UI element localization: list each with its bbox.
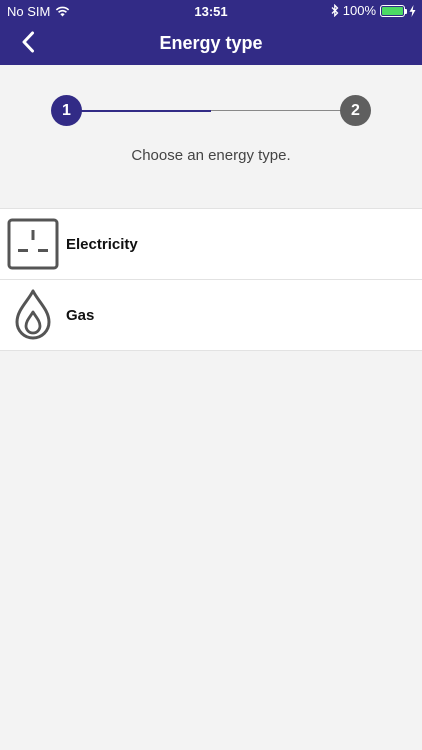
charging-icon xyxy=(409,4,416,17)
status-right: 100% xyxy=(327,3,416,18)
energy-type-list: Electricity Gas xyxy=(0,208,422,351)
step-1-indicator: 1 xyxy=(51,95,82,126)
option-label: Gas xyxy=(66,306,95,324)
step-2-indicator: 2 xyxy=(340,95,371,126)
bluetooth-icon xyxy=(331,4,339,17)
progress-stepper: 1 2 xyxy=(51,95,371,126)
flame-drop-icon xyxy=(0,280,66,351)
stepper-line-complete xyxy=(66,110,211,112)
option-electricity[interactable]: Electricity xyxy=(0,209,422,280)
navigation-bar: Energy type xyxy=(0,22,422,65)
plug-socket-icon xyxy=(0,209,66,280)
battery-percent: 100% xyxy=(342,3,376,18)
page-title: Energy type xyxy=(159,33,263,53)
top-bar: No SIM 13:51 100% Energy type xyxy=(0,0,422,65)
instruction-text: Choose an energy type. xyxy=(131,147,291,164)
option-gas[interactable]: Gas xyxy=(0,280,422,351)
stepper-line-pending xyxy=(211,110,356,111)
battery-icon xyxy=(380,4,407,17)
option-label: Electricity xyxy=(66,235,138,253)
status-bar: No SIM 13:51 100% xyxy=(0,0,422,22)
